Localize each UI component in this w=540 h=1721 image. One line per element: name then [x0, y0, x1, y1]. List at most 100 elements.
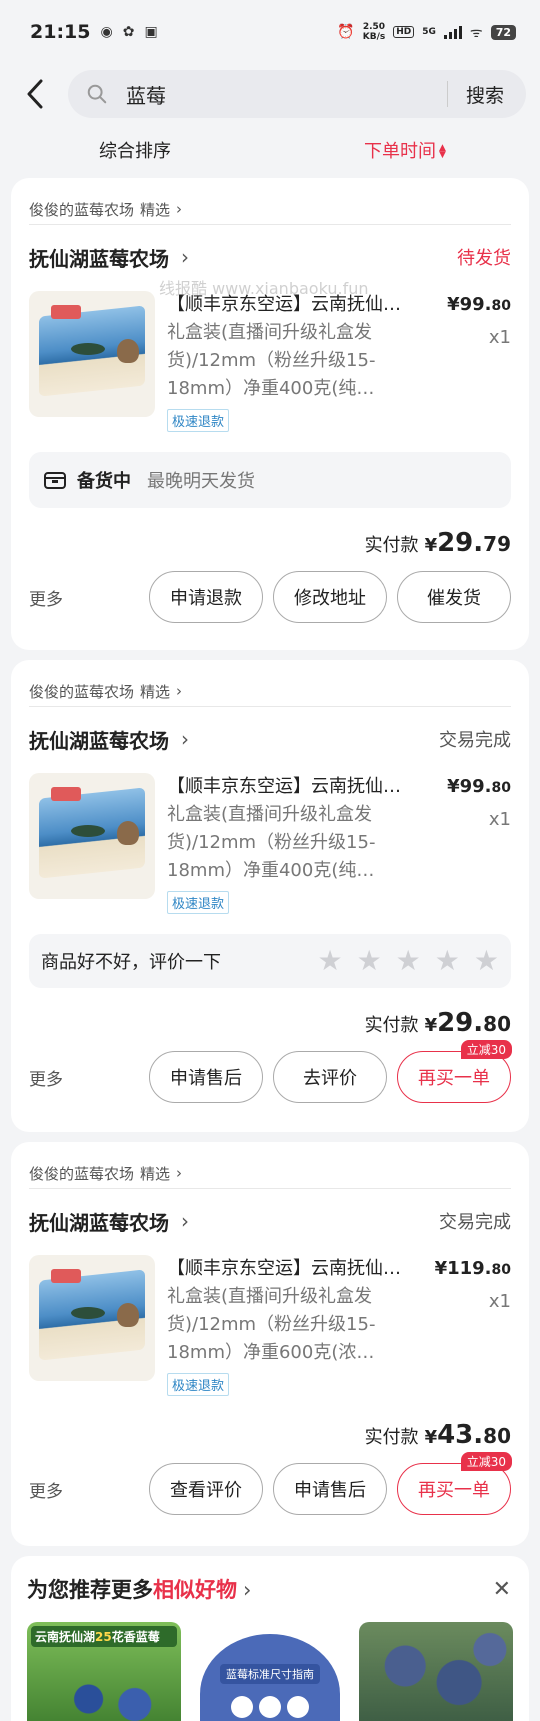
recommend-title[interactable]: 为您推荐更多相似好物 › — [27, 1574, 251, 1604]
chevron-right-icon: › — [176, 200, 183, 218]
buy-again-button[interactable]: 再买一单 立减30 — [397, 1040, 512, 1103]
selected-label: 精选 — [140, 1164, 171, 1183]
blueberry-size-guide-image: 蓝莓标准尺寸指南 — [200, 1634, 340, 1721]
shop-row: 抚仙湖蓝莓农场 › 交易完成 — [11, 711, 529, 767]
product-thumbnail — [29, 773, 155, 899]
sort-arrows-icon: ▲ ▼ — [439, 143, 446, 160]
rating-stars[interactable]: ★ ★ ★ ★ ★ — [317, 947, 499, 975]
shop-name-link[interactable]: 抚仙湖蓝莓农场 › — [29, 725, 189, 754]
search-row: 蓝莓 搜索 — [0, 64, 540, 124]
product-title: 【顺丰京东空运】云南抚仙湖蓝莓 — [167, 294, 407, 315]
review-text: 商品好不好，评价一下 — [41, 952, 221, 973]
request-refund-button[interactable]: 申请退款 — [149, 571, 263, 623]
chevron-right-icon: › — [181, 1209, 189, 1233]
recommend-item[interactable] — [359, 1622, 513, 1721]
action-row: 更多 申请售后 去评价 再买一单 立减30 — [11, 1040, 529, 1104]
paid-cents: 80 — [483, 1012, 511, 1036]
search-input[interactable]: 蓝莓 — [126, 80, 447, 109]
order-card: 俊俊的蓝莓农场 精选 › 抚仙湖蓝莓农场 › 待发货 线报酷 www.xianb… — [11, 178, 529, 650]
product-thumbnail — [29, 291, 155, 417]
buy-again-button[interactable]: 再买一单 立减30 — [397, 1452, 512, 1515]
product-row[interactable]: 【顺丰京东空运】云南抚仙湖蓝莓 礼盒装(直播间升级礼盒发货)/12mm（粉丝升级… — [11, 773, 529, 914]
sort-order-time-label: 下单时间 — [364, 141, 437, 162]
more-button[interactable]: 更多 — [29, 585, 63, 610]
buy-again-label: 再买一单 — [418, 1068, 490, 1089]
product-qty: x1 — [488, 809, 511, 830]
product-desc: 礼盒装(直播间升级礼盒发货)/12mm（粉丝升级15-18mm）净重400克(纯… — [167, 804, 376, 881]
alarm-icon: ⏰ — [337, 24, 355, 40]
selected-label: 精选 — [140, 200, 171, 219]
star-icon[interactable]: ★ — [435, 947, 460, 975]
more-button[interactable]: 更多 — [29, 1065, 63, 1090]
net-speed: 2.50 KB/s — [362, 22, 386, 42]
paid-currency: ¥ — [424, 535, 438, 556]
product-title: 【顺丰京东空运】云南抚仙湖蓝莓 — [167, 776, 407, 797]
wechat-icon: ✿ — [122, 24, 135, 40]
shop-name: 抚仙湖蓝莓农场 — [29, 246, 169, 271]
write-review-button[interactable]: 去评价 — [273, 1051, 387, 1103]
store-label: 俊俊的蓝莓农场 — [29, 1164, 135, 1183]
modify-address-button[interactable]: 修改地址 — [273, 571, 387, 623]
search-button[interactable]: 搜索 — [448, 81, 526, 108]
urge-shipping-button[interactable]: 催发货 — [397, 571, 511, 623]
recommend-item[interactable]: 蓝莓标准尺寸指南 — [193, 1622, 347, 1721]
review-prompt[interactable]: 商品好不好，评价一下 ★ ★ ★ ★ ★ — [29, 934, 511, 988]
paid-cents: 79 — [483, 532, 511, 556]
paid-currency: ¥ — [424, 1427, 438, 1448]
chevron-right-icon: › — [176, 1164, 183, 1182]
store-label: 俊俊的蓝莓农场 — [29, 200, 135, 219]
product-thumbnail — [29, 1255, 155, 1381]
shop-name-link[interactable]: 抚仙湖蓝莓农场 › — [29, 243, 189, 272]
more-button[interactable]: 更多 — [29, 1477, 63, 1502]
order-status: 待发货 — [457, 248, 511, 269]
store-label-row[interactable]: 俊俊的蓝莓农场 精选 › — [11, 178, 529, 224]
product-qty: x1 — [488, 327, 511, 348]
star-icon[interactable]: ★ — [357, 947, 382, 975]
divider — [29, 1188, 511, 1189]
discount-badge: 立减30 — [460, 1040, 512, 1059]
divider — [29, 706, 511, 707]
shop-name: 抚仙湖蓝莓农场 — [29, 728, 169, 753]
after-sales-button[interactable]: 申请售后 — [273, 1463, 387, 1515]
product-row[interactable]: 【顺丰京东空运】云南抚仙湖蓝莓 礼盒装(直播间升级礼盒发货)/12mm（粉丝升级… — [11, 1255, 529, 1396]
hd-badge: HD — [393, 26, 415, 38]
store-label-row[interactable]: 俊俊的蓝莓农场 精选 › — [11, 1142, 529, 1188]
product-qty: x1 — [488, 1291, 511, 1312]
sort-order-time[interactable]: 下单时间 ▲ ▼ — [270, 137, 540, 163]
close-icon[interactable]: ✕ — [493, 1577, 511, 1602]
after-sales-button[interactable]: 申请售后 — [149, 1051, 263, 1103]
store-label: 俊俊的蓝莓农场 — [29, 682, 135, 701]
product-price-qty: ¥99.80 x1 — [431, 291, 511, 432]
order-status: 交易完成 — [439, 1212, 511, 1233]
view-review-button[interactable]: 查看评价 — [149, 1463, 263, 1515]
wifi-icon: ᯤ — [469, 24, 483, 41]
shop-row: 抚仙湖蓝莓农场 › 交易完成 — [11, 1193, 529, 1249]
shop-row: 抚仙湖蓝莓农场 › 待发货 — [11, 229, 529, 285]
app-icon: ▣ — [144, 24, 158, 40]
notice-status: 备货中 — [77, 471, 131, 492]
paid-amount: 29. — [437, 1008, 484, 1038]
recommend-item[interactable]: 云南抚仙湖25花香蓝莓 — [27, 1622, 181, 1721]
shipping-notice: 备货中 最晚明天发货 — [29, 452, 511, 508]
store-label-row[interactable]: 俊俊的蓝莓农场 精选 › — [11, 660, 529, 706]
product-info: 【顺丰京东空运】云南抚仙湖蓝莓 礼盒装(直播间升级礼盒发货)/12mm（粉丝升级… — [167, 1255, 431, 1396]
search-box[interactable]: 蓝莓 搜索 — [68, 70, 526, 118]
product-desc: 礼盒装(直播间升级礼盒发货)/12mm（粉丝升级15-18mm）净重600克(浓… — [167, 1286, 376, 1363]
star-icon[interactable]: ★ — [474, 947, 499, 975]
paid-amount: 29. — [437, 528, 484, 558]
order-status: 交易完成 — [439, 730, 511, 751]
notice-text: 最晚明天发货 — [147, 471, 255, 492]
action-row: 更多 查看评价 申请售后 再买一单 立减30 — [11, 1452, 529, 1516]
product-price: ¥119.80 — [434, 1258, 511, 1279]
back-button[interactable] — [22, 76, 48, 112]
paid-row: 实付款 ¥43.80 — [11, 1420, 529, 1450]
product-row[interactable]: 线报酷 www.xianbaoku.fun 【顺丰京东空运】云南抚仙湖蓝莓 礼盒… — [11, 279, 529, 432]
sort-comprehensive[interactable]: 综合排序 — [0, 137, 270, 163]
star-icon[interactable]: ★ — [396, 947, 421, 975]
shop-name-link[interactable]: 抚仙湖蓝莓农场 › — [29, 1207, 189, 1236]
recommend-header: 为您推荐更多相似好物 › ✕ — [11, 1556, 529, 1622]
signal-icon — [443, 25, 462, 39]
paid-label: 实付款 — [364, 535, 419, 556]
paid-amount: 43. — [437, 1420, 484, 1450]
star-icon[interactable]: ★ — [317, 947, 342, 975]
